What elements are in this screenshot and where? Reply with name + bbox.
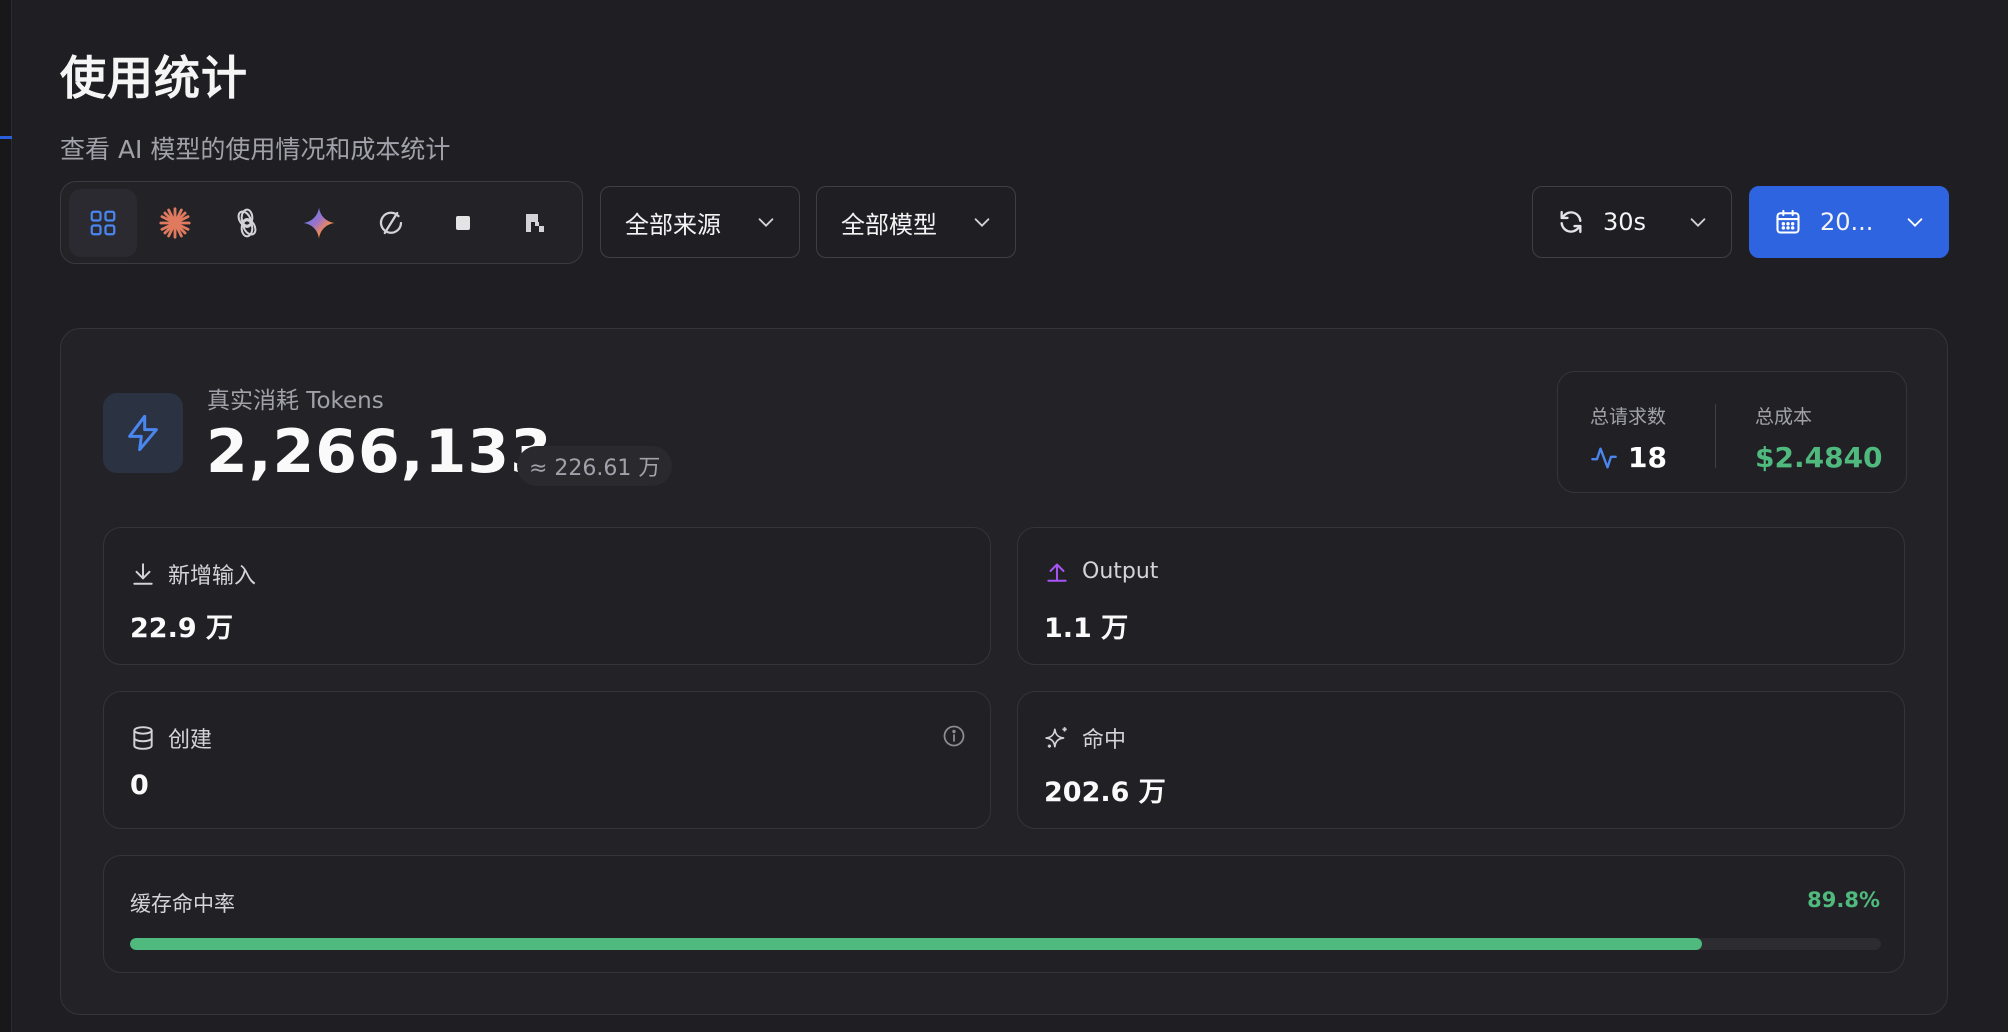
metric-input-card: 新增输入 22.9 万 [103, 527, 991, 665]
metric-created-value: 0 [130, 770, 149, 801]
square-icon [456, 215, 470, 230]
metric-output-card: Output 1.1 万 [1017, 527, 1905, 665]
model-select[interactable]: 全部模型 [816, 186, 1016, 258]
metric-hit-value: 202.6 万 [1044, 777, 1166, 808]
activity-icon [1591, 447, 1617, 468]
database-icon [133, 726, 153, 750]
provider-openai-button[interactable] [213, 189, 281, 257]
provider-claude-button[interactable] [141, 189, 209, 257]
metric-input-value: 22.9 万 [130, 613, 234, 644]
info-icon[interactable] [942, 724, 966, 748]
metric-created-label: 创建 [168, 728, 213, 753]
page-header: 使用统计 查看 AI 模型的使用情况和成本统计 [60, 42, 450, 166]
provider-square-button[interactable] [429, 189, 497, 257]
provider-all-button[interactable] [69, 188, 137, 257]
claude-burst-icon [159, 206, 191, 239]
gemini-sparkle-icon [303, 206, 335, 239]
refresh-interval-label: 30s [1603, 208, 1647, 236]
tokens-approx-badge: ≈ 226.61 万 [517, 446, 673, 486]
metric-input-label: 新增输入 [168, 564, 257, 589]
usage-stats-card: 真实消耗 Tokens 2,266,133 ≈ 226.61 万 总请求数 18… [60, 328, 1948, 1015]
summary-divider [1715, 404, 1716, 468]
provider-filter-bar [60, 181, 583, 264]
cache-progress-fill [130, 938, 1703, 950]
date-range-select[interactable]: 20... [1749, 186, 1949, 258]
chevron-down-icon [758, 218, 774, 227]
total-requests-value: 18 [1628, 441, 1667, 474]
openai-knot-icon [237, 208, 257, 237]
total-cost: 总成本 $2.4840 [1755, 402, 1883, 474]
slash-circle-icon [379, 211, 403, 234]
metric-input-header: 新增输入 [130, 558, 256, 590]
cache-hit-rate-value: 89.8% [1807, 888, 1880, 912]
chevron-down-icon [974, 218, 990, 227]
token-icon-box [103, 393, 183, 473]
model-select-label: 全部模型 [841, 210, 937, 239]
provider-slash-button[interactable] [357, 189, 425, 257]
chevron-down-icon [1690, 218, 1706, 227]
metric-created-card: 创建 0 [103, 691, 991, 829]
edge-marker [0, 136, 12, 139]
source-select[interactable]: 全部来源 [600, 186, 800, 258]
tokens-value: 2,266,133 [206, 417, 553, 487]
calendar-icon [1776, 209, 1800, 234]
tokens-label: 真实消耗 Tokens [207, 388, 384, 414]
metric-created-header: 创建 [130, 722, 212, 754]
total-cost-value: $2.4840 [1755, 441, 1883, 474]
sparkles-icon [1045, 727, 1067, 748]
total-requests: 总请求数 18 [1590, 402, 1667, 474]
cache-hit-rate-card: 缓存命中率 89.8% [103, 855, 1905, 973]
summary-box: 总请求数 18 总成本 $2.4840 [1557, 371, 1907, 493]
metric-hit-card: 命中 202.6 万 [1017, 691, 1905, 829]
download-arrow-icon [133, 563, 153, 585]
grid-icon [90, 210, 116, 235]
refresh-interval-select[interactable]: 30s [1532, 186, 1732, 258]
date-range-label: 20... [1820, 208, 1874, 236]
lightning-icon [128, 414, 158, 452]
metric-output-value: 1.1 万 [1044, 613, 1129, 644]
provider-gemini-button[interactable] [285, 189, 353, 257]
provider-block-button[interactable] [501, 189, 569, 257]
block-logo-icon [526, 213, 544, 232]
metric-hit-header: 命中 [1044, 722, 1126, 754]
total-requests-value-row: 18 [1590, 441, 1667, 474]
refresh-icon [1560, 210, 1582, 234]
source-select-label: 全部来源 [625, 210, 721, 239]
metric-output-header: Output [1044, 558, 1158, 584]
metric-output-label: Output [1082, 558, 1159, 584]
cache-hit-rate-label: 缓存命中率 [130, 892, 235, 916]
left-window-edge [0, 0, 12, 1032]
upload-arrow-icon [1047, 563, 1067, 582]
total-cost-label: 总成本 [1755, 406, 1813, 428]
chevron-down-icon [1907, 218, 1923, 227]
page-subtitle: 查看 AI 模型的使用情况和成本统计 [60, 135, 451, 164]
total-requests-label: 总请求数 [1590, 406, 1667, 428]
cache-progress-track [130, 938, 1881, 950]
metric-hit-label: 命中 [1082, 728, 1127, 753]
page-title: 使用统计 [60, 51, 248, 105]
